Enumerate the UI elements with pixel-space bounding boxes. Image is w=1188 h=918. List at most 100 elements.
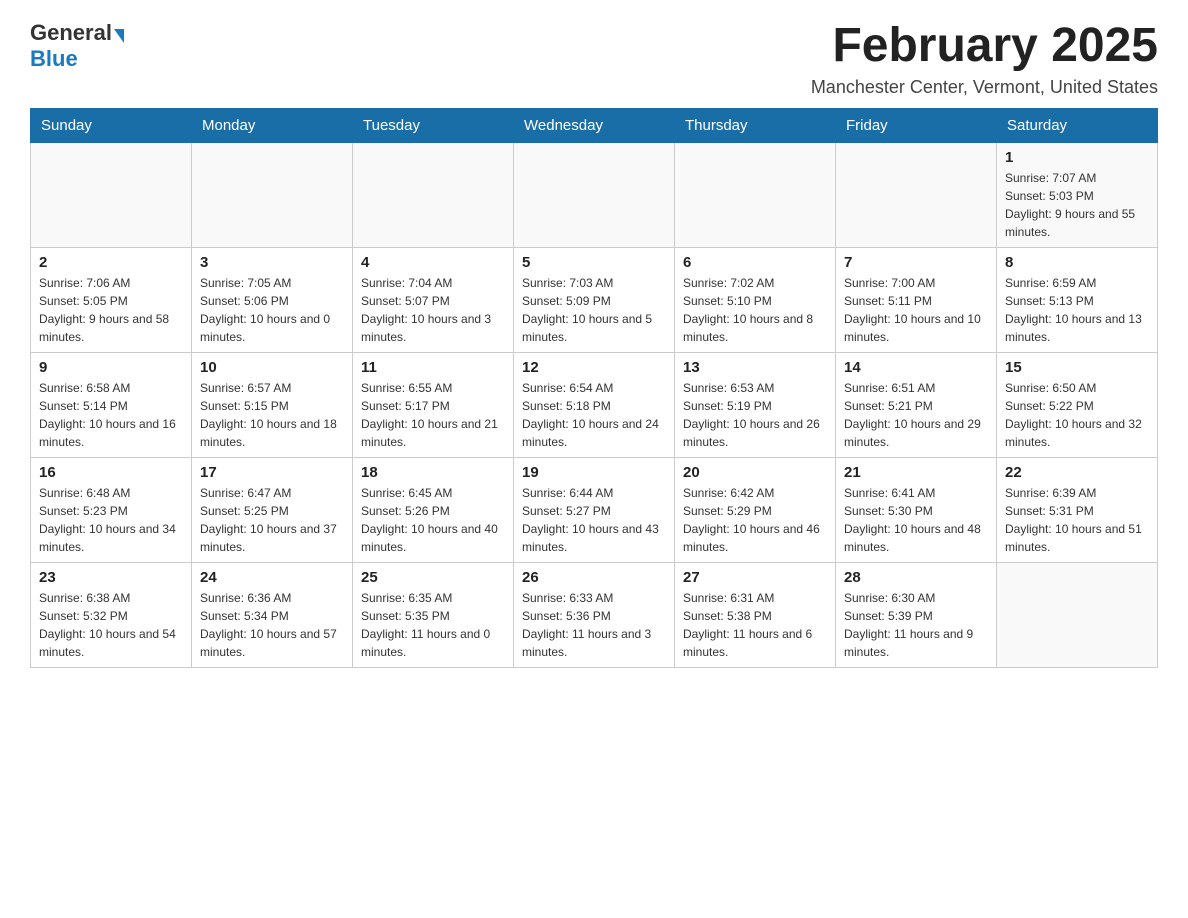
daylight-text: Daylight: 10 hours and 54 minutes. [39, 627, 176, 659]
calendar-cell: 22 Sunrise: 6:39 AM Sunset: 5:31 PM Dayl… [997, 457, 1158, 562]
daylight-text: Daylight: 10 hours and 21 minutes. [361, 417, 498, 449]
daylight-text: Daylight: 10 hours and 48 minutes. [844, 522, 981, 554]
day-number: 10 [200, 359, 344, 376]
sunrise-text: Sunrise: 7:05 AM [200, 276, 291, 290]
calendar-cell: 12 Sunrise: 6:54 AM Sunset: 5:18 PM Dayl… [514, 352, 675, 457]
calendar-cell [31, 142, 192, 247]
month-title: February 2025 [811, 20, 1158, 73]
sunset-text: Sunset: 5:07 PM [361, 294, 450, 308]
calendar-cell [675, 142, 836, 247]
daylight-text: Daylight: 11 hours and 6 minutes. [683, 627, 812, 659]
sunrise-text: Sunrise: 6:53 AM [683, 381, 774, 395]
header-thursday: Thursday [675, 108, 836, 142]
sunset-text: Sunset: 5:22 PM [1005, 399, 1094, 413]
day-info: Sunrise: 7:00 AM Sunset: 5:11 PM Dayligh… [844, 274, 988, 346]
logo: General Blue [30, 20, 126, 72]
sunset-text: Sunset: 5:35 PM [361, 609, 450, 623]
day-info: Sunrise: 6:30 AM Sunset: 5:39 PM Dayligh… [844, 589, 988, 661]
calendar-cell: 7 Sunrise: 7:00 AM Sunset: 5:11 PM Dayli… [836, 247, 997, 352]
daylight-text: Daylight: 10 hours and 32 minutes. [1005, 417, 1142, 449]
sunset-text: Sunset: 5:18 PM [522, 399, 611, 413]
sunset-text: Sunset: 5:17 PM [361, 399, 450, 413]
day-number: 24 [200, 569, 344, 586]
daylight-text: Daylight: 10 hours and 34 minutes. [39, 522, 176, 554]
header-monday: Monday [192, 108, 353, 142]
day-number: 1 [1005, 149, 1149, 166]
sunset-text: Sunset: 5:23 PM [39, 504, 128, 518]
daylight-text: Daylight: 10 hours and 13 minutes. [1005, 312, 1142, 344]
day-number: 5 [522, 254, 666, 271]
sunset-text: Sunset: 5:25 PM [200, 504, 289, 518]
sunset-text: Sunset: 5:15 PM [200, 399, 289, 413]
day-info: Sunrise: 7:02 AM Sunset: 5:10 PM Dayligh… [683, 274, 827, 346]
sunset-text: Sunset: 5:36 PM [522, 609, 611, 623]
day-number: 20 [683, 464, 827, 481]
daylight-text: Daylight: 10 hours and 46 minutes. [683, 522, 820, 554]
sunrise-text: Sunrise: 6:31 AM [683, 591, 774, 605]
sunset-text: Sunset: 5:11 PM [844, 294, 932, 308]
daylight-text: Daylight: 10 hours and 18 minutes. [200, 417, 337, 449]
day-info: Sunrise: 6:55 AM Sunset: 5:17 PM Dayligh… [361, 379, 505, 451]
day-number: 13 [683, 359, 827, 376]
sunrise-text: Sunrise: 6:35 AM [361, 591, 452, 605]
daylight-text: Daylight: 11 hours and 9 minutes. [844, 627, 973, 659]
day-info: Sunrise: 6:54 AM Sunset: 5:18 PM Dayligh… [522, 379, 666, 451]
sunrise-text: Sunrise: 7:06 AM [39, 276, 130, 290]
sunset-text: Sunset: 5:14 PM [39, 399, 128, 413]
sunset-text: Sunset: 5:31 PM [1005, 504, 1094, 518]
daylight-text: Daylight: 9 hours and 58 minutes. [39, 312, 169, 344]
day-info: Sunrise: 6:44 AM Sunset: 5:27 PM Dayligh… [522, 484, 666, 556]
sunrise-text: Sunrise: 7:00 AM [844, 276, 935, 290]
header-saturday: Saturday [997, 108, 1158, 142]
sunset-text: Sunset: 5:27 PM [522, 504, 611, 518]
daylight-text: Daylight: 10 hours and 37 minutes. [200, 522, 337, 554]
day-info: Sunrise: 6:59 AM Sunset: 5:13 PM Dayligh… [1005, 274, 1149, 346]
calendar-cell: 14 Sunrise: 6:51 AM Sunset: 5:21 PM Dayl… [836, 352, 997, 457]
location-subtitle: Manchester Center, Vermont, United State… [811, 77, 1158, 98]
sunrise-text: Sunrise: 7:03 AM [522, 276, 613, 290]
daylight-text: Daylight: 11 hours and 0 minutes. [361, 627, 490, 659]
calendar-cell [836, 142, 997, 247]
sunset-text: Sunset: 5:29 PM [683, 504, 772, 518]
daylight-text: Daylight: 10 hours and 5 minutes. [522, 312, 652, 344]
daylight-text: Daylight: 9 hours and 55 minutes. [1005, 207, 1135, 239]
day-number: 4 [361, 254, 505, 271]
calendar-cell: 28 Sunrise: 6:30 AM Sunset: 5:39 PM Dayl… [836, 562, 997, 667]
day-number: 7 [844, 254, 988, 271]
sunrise-text: Sunrise: 6:51 AM [844, 381, 935, 395]
day-number: 19 [522, 464, 666, 481]
day-number: 16 [39, 464, 183, 481]
daylight-text: Daylight: 10 hours and 51 minutes. [1005, 522, 1142, 554]
calendar-cell: 20 Sunrise: 6:42 AM Sunset: 5:29 PM Dayl… [675, 457, 836, 562]
sunrise-text: Sunrise: 6:57 AM [200, 381, 291, 395]
day-info: Sunrise: 7:04 AM Sunset: 5:07 PM Dayligh… [361, 274, 505, 346]
day-info: Sunrise: 6:35 AM Sunset: 5:35 PM Dayligh… [361, 589, 505, 661]
day-number: 14 [844, 359, 988, 376]
day-number: 9 [39, 359, 183, 376]
calendar-cell: 6 Sunrise: 7:02 AM Sunset: 5:10 PM Dayli… [675, 247, 836, 352]
calendar-cell [353, 142, 514, 247]
daylight-text: Daylight: 10 hours and 0 minutes. [200, 312, 330, 344]
day-number: 28 [844, 569, 988, 586]
day-info: Sunrise: 7:07 AM Sunset: 5:03 PM Dayligh… [1005, 169, 1149, 241]
day-number: 27 [683, 569, 827, 586]
day-info: Sunrise: 6:58 AM Sunset: 5:14 PM Dayligh… [39, 379, 183, 451]
day-number: 8 [1005, 254, 1149, 271]
sunset-text: Sunset: 5:09 PM [522, 294, 611, 308]
sunrise-text: Sunrise: 7:04 AM [361, 276, 452, 290]
day-info: Sunrise: 7:05 AM Sunset: 5:06 PM Dayligh… [200, 274, 344, 346]
calendar-cell: 8 Sunrise: 6:59 AM Sunset: 5:13 PM Dayli… [997, 247, 1158, 352]
calendar-cell: 9 Sunrise: 6:58 AM Sunset: 5:14 PM Dayli… [31, 352, 192, 457]
day-number: 11 [361, 359, 505, 376]
day-number: 23 [39, 569, 183, 586]
sunset-text: Sunset: 5:06 PM [200, 294, 289, 308]
week-row-5: 23 Sunrise: 6:38 AM Sunset: 5:32 PM Dayl… [31, 562, 1158, 667]
calendar-cell: 19 Sunrise: 6:44 AM Sunset: 5:27 PM Dayl… [514, 457, 675, 562]
sunrise-text: Sunrise: 6:42 AM [683, 486, 774, 500]
daylight-text: Daylight: 10 hours and 57 minutes. [200, 627, 337, 659]
daylight-text: Daylight: 10 hours and 43 minutes. [522, 522, 659, 554]
calendar-cell: 26 Sunrise: 6:33 AM Sunset: 5:36 PM Dayl… [514, 562, 675, 667]
day-number: 15 [1005, 359, 1149, 376]
sunset-text: Sunset: 5:03 PM [1005, 189, 1094, 203]
sunrise-text: Sunrise: 6:30 AM [844, 591, 935, 605]
